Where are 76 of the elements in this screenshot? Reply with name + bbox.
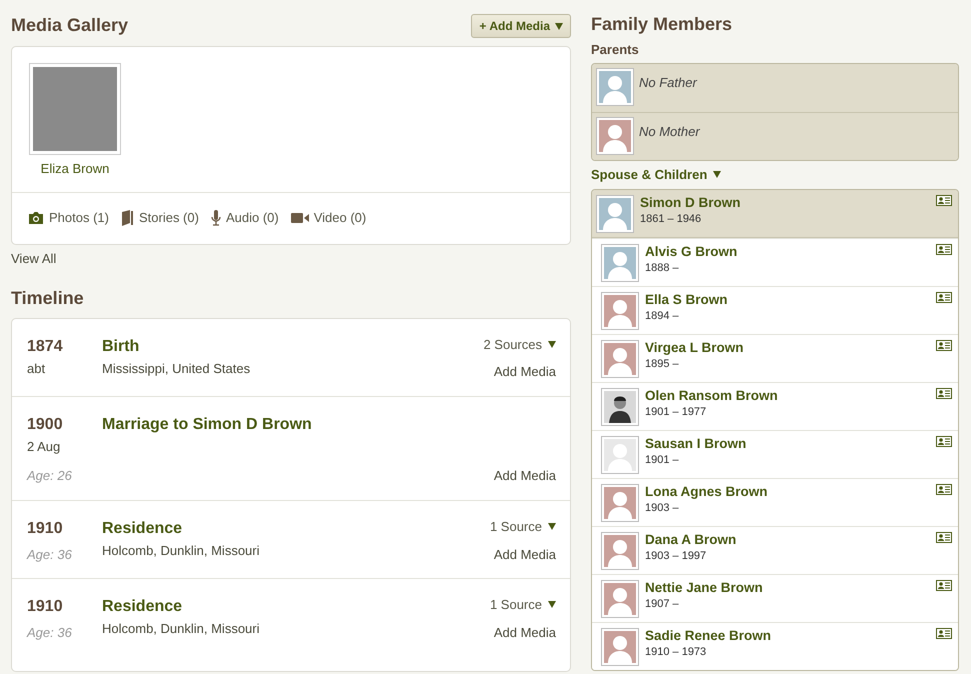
media-count-link[interactable]: Photos (1) bbox=[28, 208, 109, 228]
section-toggle[interactable]: Spouse & Children bbox=[591, 165, 708, 185]
camera-icon bbox=[28, 211, 44, 224]
event-age: Age: 36 bbox=[27, 546, 73, 564]
event-age: Age: 36 bbox=[27, 624, 73, 642]
parents-label: Parents bbox=[591, 40, 640, 59]
caret-icon bbox=[555, 22, 563, 30]
life-years: 1901 – 1977 bbox=[645, 404, 708, 420]
family-card-icon bbox=[936, 484, 952, 495]
life-years: 1861 – 1946 bbox=[640, 212, 702, 227]
event-year: 1910 bbox=[27, 597, 64, 618]
sources-link[interactable]: 1 Source bbox=[490, 516, 556, 536]
life-years: 1903 – 1997 bbox=[645, 548, 708, 564]
microphone-icon bbox=[210, 210, 221, 226]
event-year: 1900 bbox=[27, 414, 64, 435]
empty-parent-label: No Father bbox=[639, 74, 697, 92]
event-title: Residence bbox=[102, 597, 184, 618]
add-media-link[interactable]: Add Media bbox=[494, 362, 556, 382]
family-card-icon bbox=[936, 532, 952, 543]
person-name-link[interactable]: Sadie Renee Brown bbox=[645, 628, 930, 644]
life-years: 1910 – 1973 bbox=[645, 644, 708, 660]
event-date: abt bbox=[27, 360, 46, 378]
event-year: 1874 bbox=[27, 336, 64, 357]
media-count-link[interactable]: Audio (0) bbox=[210, 208, 279, 228]
event-title: Marriage to Simon D Brown bbox=[102, 414, 313, 435]
life-years: 1888 – bbox=[645, 260, 680, 276]
caret-icon bbox=[548, 522, 556, 530]
life-years: 1895 – bbox=[645, 356, 680, 372]
person-name-link[interactable]: Sausan I Brown bbox=[645, 436, 930, 452]
add-media-link[interactable]: Add Media bbox=[494, 466, 556, 486]
person-name-link[interactable]: Virgea L Brown bbox=[645, 340, 930, 356]
person-name-link[interactable]: Lona Agnes Brown bbox=[645, 484, 930, 500]
video-camera-icon bbox=[290, 212, 309, 224]
section-title: Media Gallery bbox=[11, 15, 128, 37]
event-date: 2 Aug bbox=[27, 438, 62, 456]
media-count-link[interactable]: Stories (0) bbox=[120, 208, 199, 228]
caret-icon bbox=[548, 601, 556, 608]
family-card-icon bbox=[936, 436, 952, 447]
event-age: Age: 26 bbox=[27, 467, 73, 486]
life-years: 1901 – bbox=[645, 452, 680, 468]
family-card-icon bbox=[936, 244, 952, 255]
event-title: Birth bbox=[102, 336, 140, 357]
section-title: Timeline bbox=[11, 288, 85, 310]
book-icon bbox=[120, 210, 134, 226]
life-years: 1903 – bbox=[645, 500, 680, 516]
event-place: Mississippi, United States bbox=[102, 360, 252, 378]
person-name-link[interactable]: Olen Ransom Brown bbox=[645, 388, 930, 404]
family-card-icon bbox=[936, 388, 952, 399]
family-card-icon bbox=[936, 628, 952, 639]
family-card-icon bbox=[936, 340, 952, 351]
caret-icon bbox=[713, 171, 722, 178]
family-card-icon bbox=[936, 580, 952, 591]
person-name-link[interactable]: Ella S Brown bbox=[645, 292, 930, 308]
event-place: Holcomb, Dunklin, Missouri bbox=[102, 620, 260, 638]
event-title: Residence bbox=[102, 518, 184, 539]
media-count-link[interactable]: Video (0) bbox=[290, 208, 366, 228]
person-name-link[interactable]: Nettie Jane Brown bbox=[645, 580, 930, 596]
life-years: 1894 – bbox=[645, 308, 680, 324]
person-name-link[interactable]: Alvis G Brown bbox=[645, 244, 930, 260]
life-years: 1907 – bbox=[645, 596, 680, 612]
family-card-icon bbox=[936, 194, 952, 206]
event-year: 1910 bbox=[27, 518, 64, 539]
person-name-link[interactable]: Simon D Brown bbox=[640, 194, 930, 211]
view-all-link[interactable]: View All bbox=[11, 250, 56, 266]
person-name-link[interactable]: Dana A Brown bbox=[645, 532, 930, 548]
family-card-icon bbox=[936, 292, 952, 303]
section-title: Family Members bbox=[591, 14, 734, 36]
add-media-link[interactable]: Add Media bbox=[494, 623, 556, 643]
caret-icon bbox=[548, 340, 556, 348]
sources-link[interactable]: 2 Sources bbox=[483, 334, 556, 354]
photo-caption: Eliza Brown bbox=[40, 160, 110, 178]
event-place: Holcomb, Dunklin, Missouri bbox=[102, 542, 260, 560]
sources-link[interactable]: 1 Source bbox=[490, 595, 556, 615]
empty-parent-label: No Mother bbox=[639, 123, 700, 142]
add-media-button[interactable]: + Add Media bbox=[471, 14, 571, 38]
add-media-link[interactable]: Add Media bbox=[494, 544, 556, 564]
